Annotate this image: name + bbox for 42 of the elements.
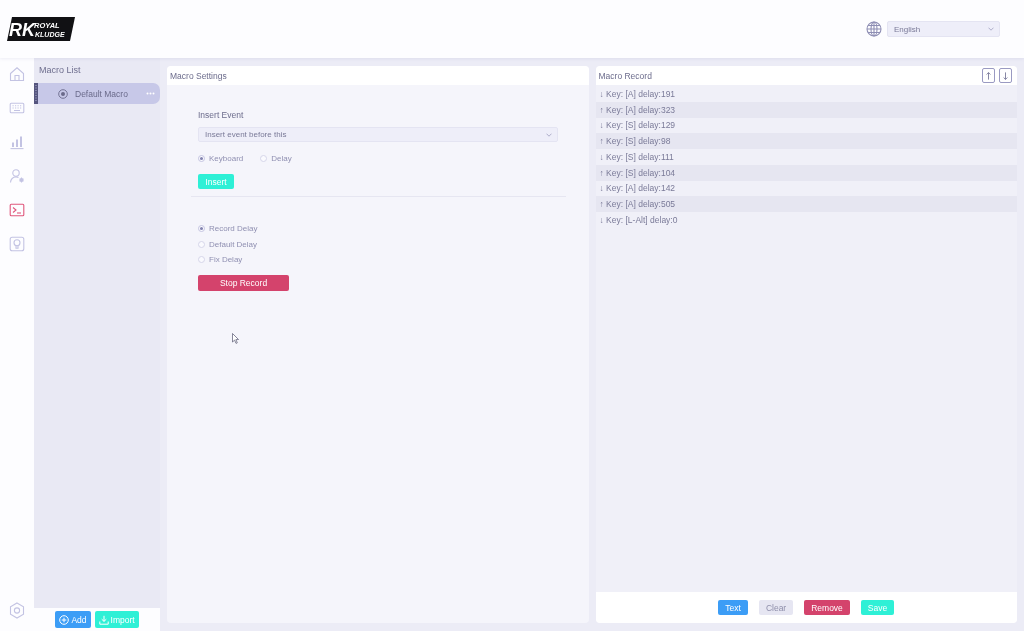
radio-label: Fix Delay: [209, 255, 243, 265]
arrow-up-icon: [986, 71, 991, 80]
panel-title: Macro List: [38, 64, 82, 77]
radio-label: Keyboard: [209, 153, 244, 163]
panel-title: Macro Record: [598, 70, 652, 81]
mouse-pointer-icon: [232, 333, 239, 344]
move-up-button[interactable]: [982, 68, 995, 83]
download-icon: [98, 614, 109, 625]
move-down-button[interactable]: [999, 68, 1012, 83]
keyboard-icon[interactable]: [9, 100, 25, 116]
radio-button[interactable]: [198, 154, 205, 162]
chevron-down-icon: [988, 27, 994, 31]
insert-position-select[interactable]: Insert event before this: [198, 127, 558, 142]
macro-event-row[interactable]: ↑ Key: [A] delay:505: [595, 196, 1017, 212]
radio-label: Record Delay: [209, 224, 258, 234]
drag-handle-icon[interactable]: [34, 83, 38, 104]
chevron-down-icon: [545, 132, 552, 137]
stop-record-button[interactable]: Stop Record: [198, 274, 289, 291]
macro-list-item[interactable]: Default Macro: [34, 83, 160, 104]
radio-button[interactable]: [198, 256, 205, 264]
action-button[interactable]: Text: [718, 600, 748, 615]
radio-button[interactable]: [198, 225, 205, 233]
action-button[interactable]: Remove: [804, 600, 850, 615]
globe-icon: [866, 21, 882, 37]
radio-button[interactable]: [260, 154, 268, 162]
target-icon: [58, 88, 68, 99]
language-select[interactable]: English: [887, 21, 1000, 37]
radio-button[interactable]: [198, 240, 205, 248]
macro-event-row[interactable]: ↑ Key: [S] delay:98: [595, 133, 1017, 149]
radio-label: Default Delay: [209, 239, 258, 249]
panel-title: Macro Settings: [170, 70, 227, 81]
home-icon[interactable]: [9, 66, 25, 82]
user-icon[interactable]: [9, 168, 25, 184]
lightbulb-icon[interactable]: [9, 236, 25, 252]
terminal-icon[interactable]: [9, 202, 25, 218]
bar-chart-icon[interactable]: [9, 134, 25, 150]
field-label: Insert Event: [198, 109, 245, 121]
plus-circle-icon: [59, 614, 70, 625]
radio-label: Delay: [271, 153, 292, 163]
add-button[interactable]: Add: [55, 611, 91, 628]
settings-icon[interactable]: [9, 602, 25, 619]
arrow-down-icon: [1003, 71, 1008, 80]
